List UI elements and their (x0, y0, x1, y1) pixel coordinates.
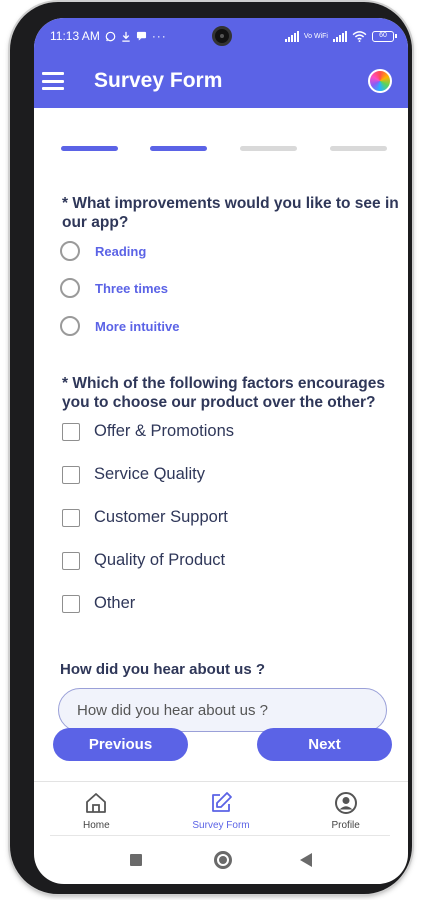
radio-option-three-times[interactable]: Three times (60, 278, 168, 298)
checkbox-label: Customer Support (94, 508, 228, 526)
battery-icon: 60 (372, 30, 397, 42)
nav-item-survey-form[interactable]: Survey Form (159, 786, 284, 838)
radio-option-more-intuitive[interactable]: More intuitive (60, 316, 180, 336)
radio-button[interactable] (60, 241, 80, 261)
screen: 11:13 AM ··· Vo WiFi 60 Survey Form * Wh… (34, 18, 408, 884)
question-factors: * Which of the following factors encoura… (62, 375, 385, 411)
radio-button[interactable] (60, 278, 80, 298)
how-heard-input[interactable] (58, 688, 387, 732)
vowifi-label: Vo WiFi (303, 32, 328, 40)
checkbox[interactable] (62, 422, 80, 441)
nav-label-profile: Profile (331, 820, 360, 831)
checkbox-label: Offer & Promotions (94, 422, 235, 440)
radio-option-reading[interactable]: Reading (60, 241, 146, 261)
system-nav-bar (34, 846, 408, 876)
nav-label-survey-form: Survey Form (192, 820, 250, 831)
question-how-heard: How did you hear about us ? (60, 661, 266, 678)
progress-step-2 (150, 146, 207, 151)
status-time: 11:13 AM (50, 29, 100, 43)
progress-step-4 (330, 146, 387, 151)
app-bar: Survey Form (34, 54, 408, 108)
radio-button[interactable] (60, 316, 80, 336)
previous-button[interactable]: Previous (53, 728, 188, 761)
question-improvements: * What improvements would you like to se… (62, 195, 399, 231)
radio-label: Three times (95, 280, 168, 296)
home-button-icon[interactable] (214, 851, 232, 869)
radio-label: More intuitive (95, 318, 180, 334)
checkbox-option-service-quality[interactable]: Service Quality (62, 465, 205, 484)
radio-label: Reading (95, 243, 147, 259)
nav-label-home: Home (82, 820, 110, 831)
app-logo-icon[interactable] (368, 69, 392, 93)
progress-steps (61, 146, 387, 151)
next-button[interactable]: Next (257, 728, 392, 761)
checkbox-option-offer[interactable]: Offer & Promotions (62, 422, 234, 441)
checkbox[interactable] (62, 551, 80, 570)
checkbox[interactable] (62, 465, 80, 484)
wifi-icon (352, 30, 367, 42)
more-dots-icon: ··· (151, 29, 167, 43)
progress-step-3 (240, 146, 297, 151)
checkbox-label: Quality of Product (94, 551, 226, 569)
bottom-nav: Home Survey Form Profile (34, 786, 408, 838)
hamburger-menu-icon[interactable] (42, 72, 64, 90)
checkbox-option-other[interactable]: Other (62, 594, 135, 613)
nav-divider (50, 835, 390, 836)
progress-step-1 (61, 146, 118, 151)
app-title: Survey Form (94, 69, 223, 92)
checkbox-option-customer-support[interactable]: Customer Support (62, 508, 228, 527)
profile-icon (334, 792, 357, 814)
status-bar: 11:13 AM ··· Vo WiFi 60 (34, 18, 408, 54)
checkbox-label: Other (94, 594, 136, 612)
home-icon (86, 793, 107, 813)
bottom-nav-divider (34, 781, 408, 782)
signal-icon (284, 30, 299, 42)
front-camera (212, 26, 232, 46)
checkbox[interactable] (62, 508, 80, 527)
signal-icon-2 (333, 30, 347, 42)
edit-form-icon (212, 792, 232, 812)
nav-item-profile[interactable]: Profile (283, 786, 408, 838)
whatsapp-icon (105, 31, 116, 41)
nav-item-home[interactable]: Home (34, 786, 159, 838)
back-icon[interactable] (300, 853, 312, 867)
recents-icon[interactable] (130, 854, 142, 866)
download-icon (122, 31, 130, 42)
checkbox-label: Service Quality (94, 465, 205, 483)
phone-frame: 11:13 AM ··· Vo WiFi 60 Survey Form * Wh… (10, 2, 412, 894)
checkbox[interactable] (62, 594, 80, 613)
checkbox-option-quality-of-product[interactable]: Quality of Product (62, 551, 225, 570)
message-icon (136, 31, 146, 41)
